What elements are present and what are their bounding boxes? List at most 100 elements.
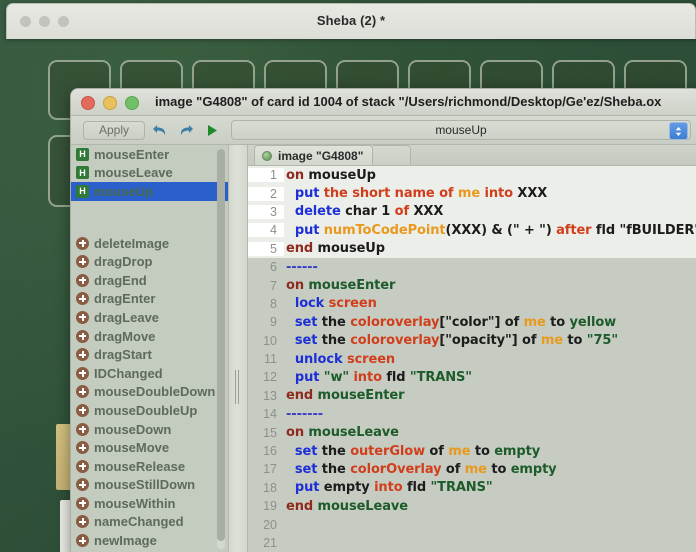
code-line[interactable]: 6 ------	[248, 258, 696, 276]
code-line[interactable]: 14 -------	[248, 405, 696, 423]
up-down-chevron-icon[interactable]	[669, 122, 688, 140]
zoom-icon[interactable]	[125, 96, 139, 110]
handler-list-item-label: mouseUp	[94, 183, 154, 199]
code-line[interactable]: 13 end mouseEnter	[248, 387, 696, 405]
code-line[interactable]: 21	[248, 534, 696, 552]
available-handler-list: deleteImage dragDrop dragEnd dragEnter dragL…	[71, 234, 228, 552]
tabbar-filler	[373, 145, 412, 165]
code-line[interactable]: 4 put numToCodePoint(XXX) & (" + ") afte…	[248, 221, 696, 240]
handler-list-item-mousewithin[interactable]: mouseWithin	[71, 494, 228, 513]
code-line-text: -------	[284, 407, 696, 422]
code-pane: image "G4808" 1 on mouseUp 2 put the short…	[248, 145, 696, 552]
handler-list-item-dragenter[interactable]: dragEnter	[71, 290, 228, 309]
code-line[interactable]: 8 lock screen	[248, 295, 696, 313]
tab-image-g4808[interactable]: image "G4808"	[254, 145, 374, 165]
handler-list-item-mouseleave[interactable]: HmouseLeave	[71, 164, 228, 183]
code-line[interactable]: 7 on mouseEnter	[248, 276, 696, 294]
code-token: of	[429, 443, 449, 459]
code-editor[interactable]: 1 on mouseUp 2 put the short name of me in…	[248, 166, 696, 552]
handler-list-item-dragmove[interactable]: dragMove	[71, 327, 228, 346]
code-token: unlock	[294, 351, 347, 367]
handler-list-item-mouserelease[interactable]: mouseRelease	[71, 457, 228, 476]
line-number: 12	[263, 370, 277, 385]
add-handler-icon	[76, 329, 89, 343]
code-token: end	[286, 241, 318, 257]
play-triangle-icon[interactable]	[201, 119, 223, 141]
code-line[interactable]: 20	[248, 515, 696, 533]
line-number: 4	[248, 223, 284, 238]
redo-arrow-icon[interactable]	[175, 119, 197, 141]
handler-list-item-newimage[interactable]: newImage	[71, 531, 228, 550]
editor-traffic-lights[interactable]	[81, 96, 139, 110]
code-line[interactable]: 10 set the coloroverlay["opacity"] of me…	[248, 332, 696, 350]
handler-list-item-dragstart[interactable]: dragStart	[71, 345, 228, 364]
code-line-text: on mouseEnter	[284, 278, 696, 293]
handler-list-item-mousedoubleup[interactable]: mouseDoubleUp	[71, 401, 228, 420]
code-token: put	[294, 186, 324, 202]
code-token: the	[321, 333, 351, 349]
handler-list-item-mouseenter[interactable]: HmouseEnter	[71, 145, 228, 164]
line-number: 16	[263, 444, 277, 459]
code-line[interactable]: 18 put empty into fld "TRANS"	[248, 479, 696, 497]
code-token: mouseEnter	[317, 388, 405, 404]
splitter-grip-icon[interactable]	[235, 370, 241, 404]
code-line[interactable]: 5 end mouseUp	[248, 239, 696, 258]
green-status-dot-icon	[262, 150, 272, 161]
handler-list-item-dragleave[interactable]: dragLeave	[71, 308, 228, 327]
handler-list-item-label: mouseDoubleUp	[94, 402, 198, 418]
handler-list-item-dragdrop[interactable]: dragDrop	[71, 252, 228, 271]
code-token: mouseLeave	[308, 425, 399, 441]
add-handler-icon	[76, 310, 89, 324]
line-number: 19	[263, 499, 277, 514]
handler-list-item-mousedoubledown[interactable]: mouseDoubleDown	[71, 383, 228, 402]
handler-list-item-idchanged[interactable]: IDChanged	[71, 364, 228, 383]
handler-exists-icon: H	[76, 166, 89, 180]
line-number: 9	[270, 315, 277, 330]
code-line[interactable]: 11 unlock screen	[248, 350, 696, 368]
code-line[interactable]: 16 set the outerGlow of me to empty	[248, 442, 696, 460]
sidebar-scrollbar[interactable]	[217, 149, 225, 549]
handler-list-item-namechanged[interactable]: nameChanged	[71, 513, 228, 532]
handler-list-item-deleteimage[interactable]: deleteImage	[71, 234, 228, 253]
code-token: into	[374, 480, 407, 496]
handler-list-item-mousestilldown[interactable]: mouseStillDown	[71, 476, 228, 495]
code-token: of	[504, 314, 524, 330]
sidebar-scrollbar-thumb[interactable]	[217, 149, 225, 541]
handler-list-item-mousemove[interactable]: mouseMove	[71, 438, 228, 457]
undo-arrow-icon[interactable]	[149, 119, 171, 141]
code-line[interactable]: 17 set the colorOverlay of me to empty	[248, 460, 696, 478]
code-token: (XXX) & (" + ")	[445, 222, 557, 238]
line-number: 13	[263, 388, 277, 403]
line-number: 18	[263, 480, 277, 495]
handler-list-item-dragend[interactable]: dragEnd	[71, 271, 228, 290]
code-token: end	[286, 388, 318, 404]
code-line[interactable]: 3 delete char 1 of XXX	[248, 202, 696, 222]
code-line[interactable]: 19 end mouseLeave	[248, 497, 696, 515]
pane-splitter[interactable]	[229, 145, 248, 552]
close-icon[interactable]	[81, 96, 95, 110]
code-token: set	[294, 443, 322, 459]
handler-list-item-mouseup[interactable]: HmouseUp	[71, 182, 228, 201]
minimize-icon[interactable]	[103, 96, 117, 110]
code-line[interactable]: 2 put the short name of me into XXX	[248, 184, 696, 203]
code-token: empty	[510, 461, 557, 477]
code-line[interactable]: 15 on mouseLeave	[248, 423, 696, 441]
handler-list-item-label: mouseWithin	[94, 495, 176, 511]
handler-select[interactable]: mouseUp	[231, 120, 691, 140]
handler-list-item-mousedown[interactable]: mouseDown	[71, 420, 228, 439]
code-token: of	[439, 186, 458, 202]
code-token: after	[556, 222, 596, 238]
script-editor-window: image "G4808" of card id 1004 of stack "…	[70, 88, 696, 552]
code-line[interactable]: 1 on mouseUp	[248, 166, 696, 185]
handler-list-item-label: mouseStillDown	[94, 477, 196, 493]
code-token: on	[286, 425, 309, 441]
code-line[interactable]: 9 set the coloroverlay["color"] of me to…	[248, 313, 696, 331]
script-editor-titlebar[interactable]: image "G4808" of card id 1004 of stack "…	[71, 89, 696, 116]
code-line-text: lock screen	[284, 296, 696, 311]
apply-button[interactable]: Apply	[83, 120, 145, 140]
handler-list-item-label: mouseLeave	[94, 165, 173, 181]
handler-list-item-label: mouseEnter	[94, 146, 170, 162]
handler-list-sidebar[interactable]: HmouseEnter HmouseLeave HmouseUp deleteIma…	[71, 145, 229, 552]
code-line[interactable]: 12 put "w" into fld "TRANS"	[248, 368, 696, 386]
